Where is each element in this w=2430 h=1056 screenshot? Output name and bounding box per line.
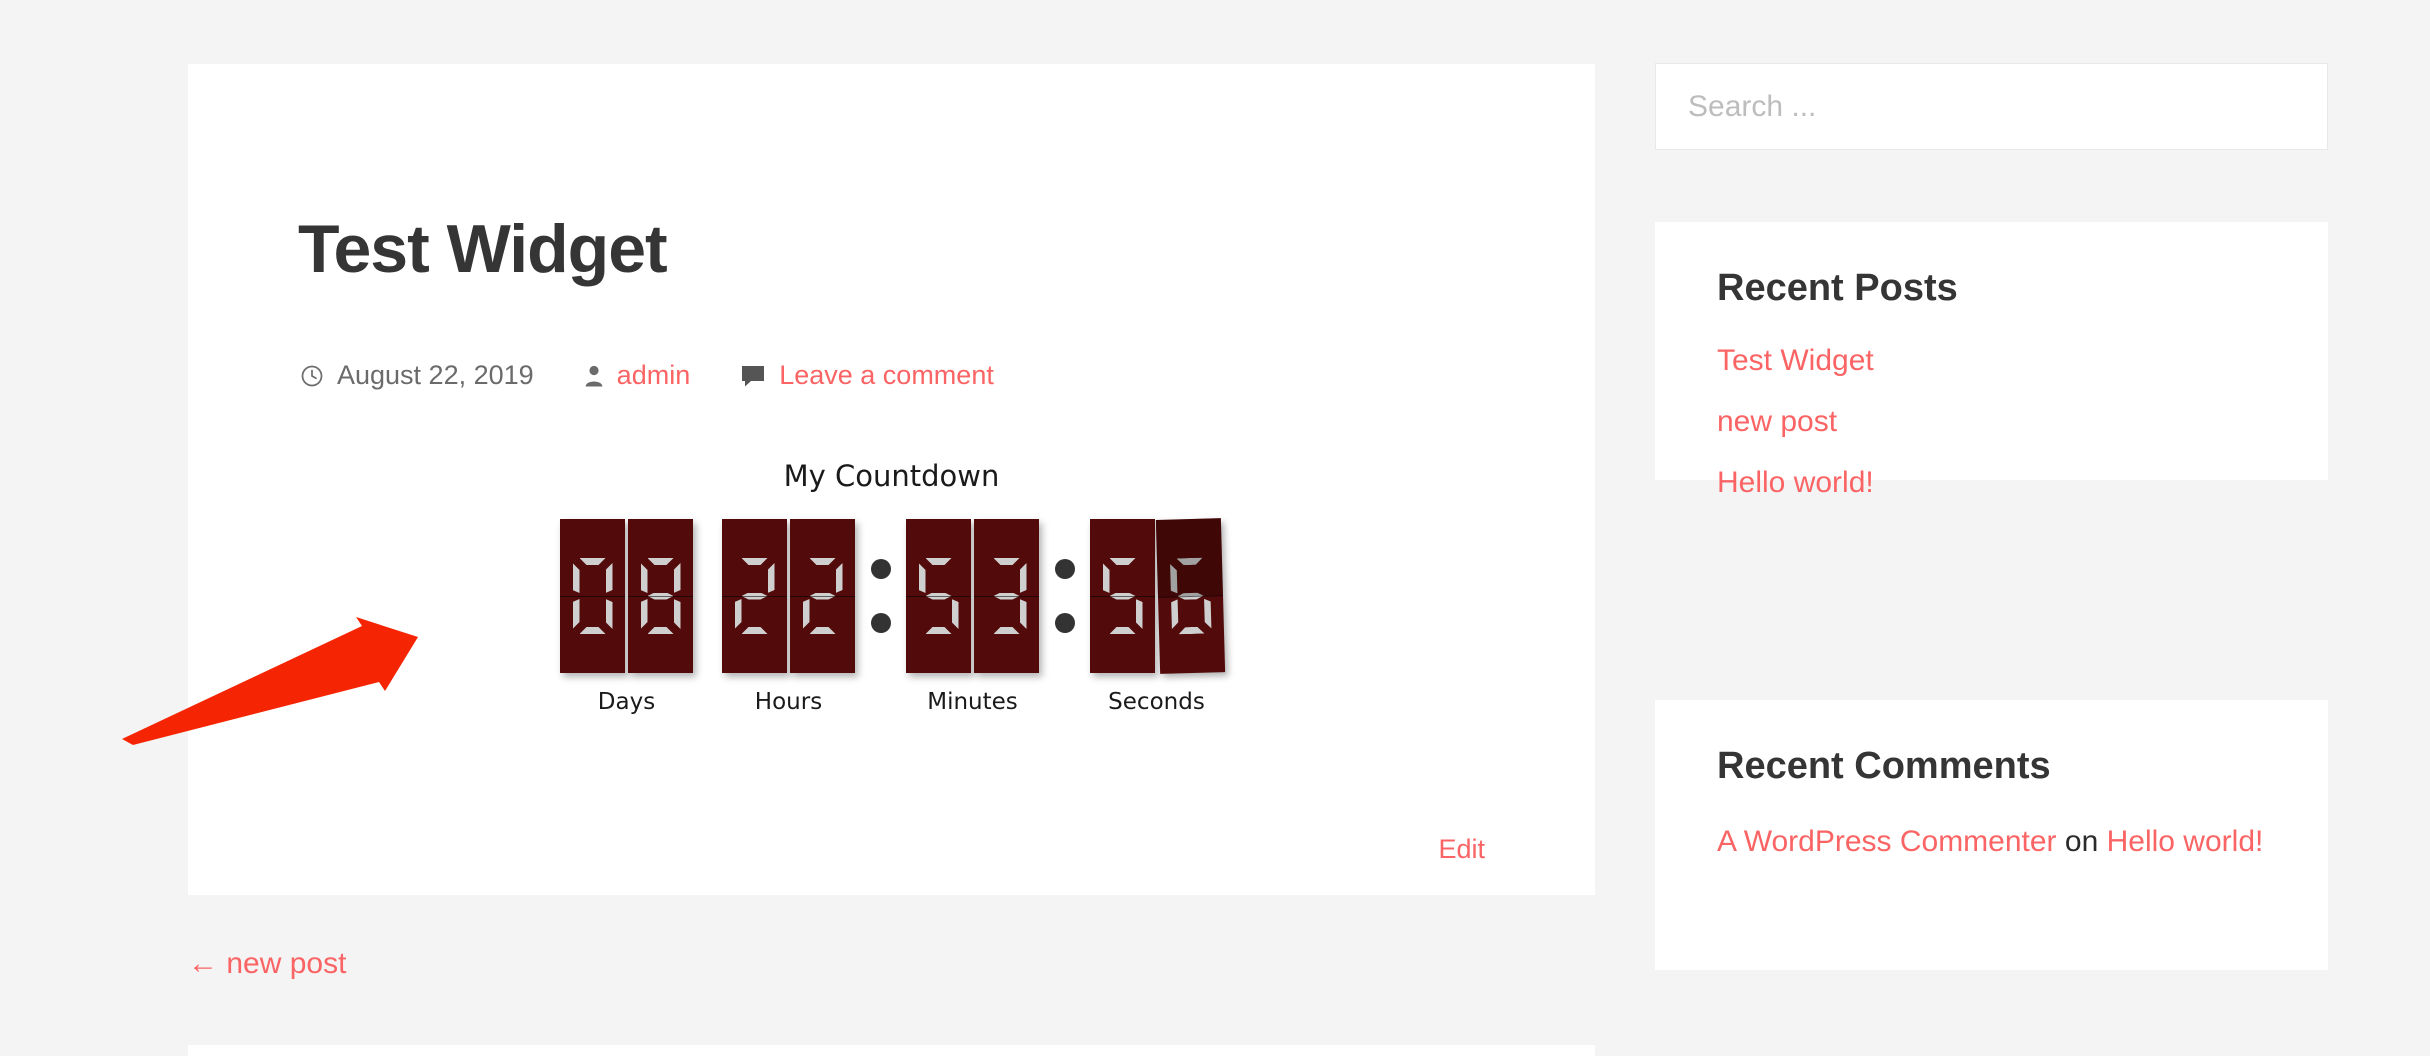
countdown-digits-hours bbox=[721, 519, 857, 673]
colon-dot-bottom bbox=[1054, 613, 1075, 633]
flip-tile-animating bbox=[1155, 518, 1226, 674]
recent-comments-title: Recent Comments bbox=[1717, 745, 2051, 787]
recent-post-link[interactable]: new post bbox=[1717, 405, 1837, 438]
next-section-card bbox=[188, 1045, 1595, 1056]
post-author[interactable]: admin bbox=[584, 360, 691, 391]
comment-post-link[interactable]: Hello world! bbox=[2107, 825, 2264, 858]
recent-post-link[interactable]: Hello world! bbox=[1717, 466, 1874, 499]
post-meta: August 22, 2019 admin Leave a comment bbox=[300, 360, 994, 391]
search-widget bbox=[1655, 63, 2328, 150]
user-icon bbox=[584, 364, 604, 388]
search-input[interactable] bbox=[1656, 64, 2327, 149]
post-comments[interactable]: Leave a comment bbox=[740, 360, 994, 391]
flip-tile bbox=[906, 519, 971, 673]
countdown-row: Days Hours Minutes Seconds bbox=[188, 518, 1595, 715]
countdown-separator bbox=[870, 519, 891, 673]
clock-icon bbox=[300, 364, 324, 388]
recent-post-link[interactable]: Test Widget bbox=[1717, 344, 1874, 377]
countdown-label-hours: Hours bbox=[754, 689, 823, 715]
list-item[interactable]: Test Widget bbox=[1717, 344, 2266, 378]
countdown-group-seconds: Seconds bbox=[1089, 518, 1226, 715]
colon-dot-top bbox=[870, 559, 891, 579]
colon-dot-bottom bbox=[870, 613, 891, 633]
post-date-text: August 22, 2019 bbox=[337, 360, 534, 390]
post-date: August 22, 2019 bbox=[300, 360, 534, 391]
flip-tile bbox=[628, 519, 693, 673]
leave-a-comment-link[interactable]: Leave a comment bbox=[779, 360, 994, 391]
flip-tile bbox=[560, 519, 625, 673]
recent-posts-list: Test Widget new post Hello world! bbox=[1655, 310, 2328, 500]
comment-connector: on bbox=[2056, 825, 2107, 858]
recent-posts-title: Recent Posts bbox=[1717, 267, 1958, 309]
previous-post-link[interactable]: ← new post bbox=[188, 947, 346, 980]
edit-post-link[interactable]: Edit bbox=[1438, 834, 1485, 865]
countdown-digits-days bbox=[559, 519, 695, 673]
list-item[interactable]: Hello world! bbox=[1717, 466, 2266, 500]
countdown-digits-minutes bbox=[905, 519, 1041, 673]
countdown-digits-seconds bbox=[1089, 518, 1226, 674]
countdown-group-hours: Hours bbox=[721, 519, 857, 715]
flip-tile bbox=[974, 519, 1039, 673]
page-root: Test Widget August 22, 2019 admin Leave … bbox=[0, 0, 2430, 1056]
recent-comments-widget: Recent Comments A WordPress Commenter on… bbox=[1655, 700, 2328, 970]
flip-tile bbox=[722, 519, 787, 673]
colon-dot-top bbox=[1054, 559, 1075, 579]
countdown-separator bbox=[1054, 519, 1075, 673]
comment-bubble-icon bbox=[740, 364, 766, 388]
page-title: Test Widget bbox=[298, 210, 668, 287]
list-item[interactable]: new post bbox=[1717, 405, 2266, 439]
recent-posts-widget: Recent Posts Test Widget new post Hello … bbox=[1655, 222, 2328, 499]
countdown-heading: My Countdown bbox=[783, 459, 1000, 493]
post-navigation: ← new post bbox=[188, 947, 346, 981]
countdown-label-seconds: Seconds bbox=[1108, 689, 1205, 715]
comment-author-link[interactable]: A WordPress Commenter bbox=[1717, 825, 2057, 858]
post-author-link[interactable]: admin bbox=[617, 360, 691, 391]
countdown-group-minutes: Minutes bbox=[905, 519, 1041, 715]
post-content-card: Test Widget August 22, 2019 admin Leave … bbox=[188, 64, 1595, 895]
countdown-label-days: Days bbox=[597, 689, 656, 715]
flip-tile bbox=[1090, 519, 1155, 673]
countdown-widget: My Countdown Days Hours Minutes Seconds bbox=[188, 459, 1595, 715]
countdown-group-days: Days bbox=[559, 519, 695, 715]
recent-comment-item: A WordPress Commenter on Hello world! bbox=[1655, 788, 2328, 861]
flip-tile bbox=[790, 519, 855, 673]
countdown-label-minutes: Minutes bbox=[927, 689, 1018, 715]
